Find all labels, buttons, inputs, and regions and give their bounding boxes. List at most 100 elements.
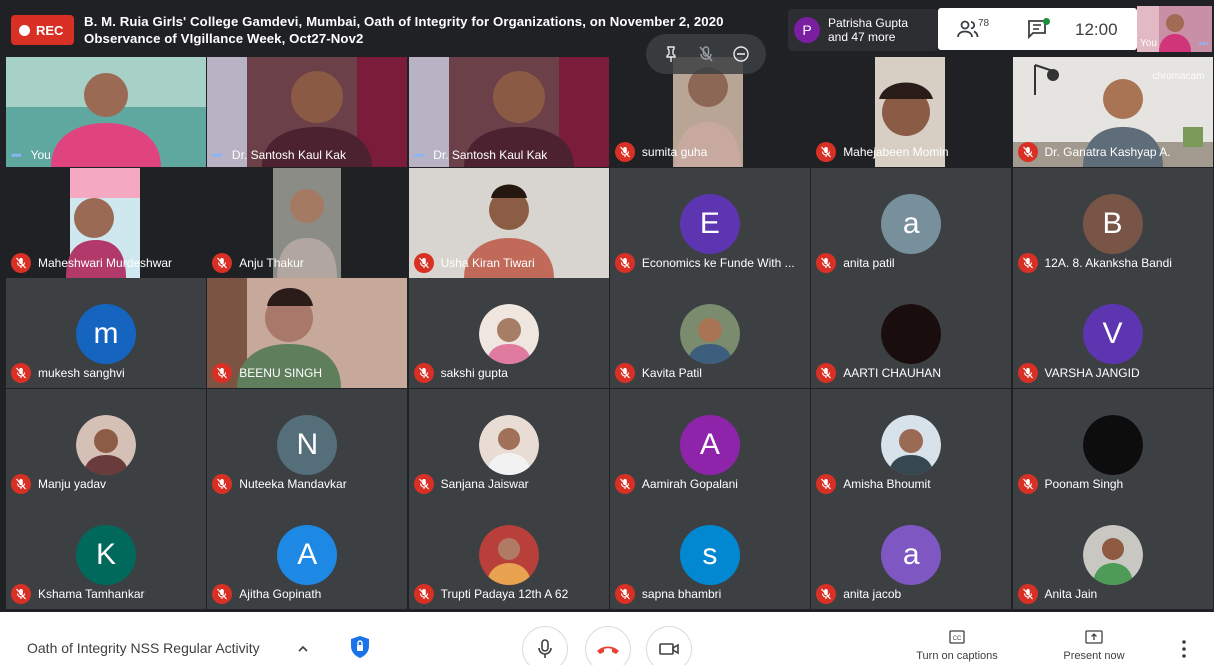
participant-avatar: V [1082,304,1143,365]
chevron-up-icon[interactable] [296,642,310,656]
audio-level-icon: ••• [413,148,425,162]
participant-photo [881,304,942,365]
self-more-options[interactable]: ••• [1198,39,1209,50]
participant-tile[interactable]: BEENU SINGH [207,278,408,389]
participant-nameplate: sapna bhambri [614,584,722,605]
participant-nameplate: Dr. Ganatra Kashyap A. [1017,142,1171,162]
participant-nameplate: BEENU SINGH [212,363,322,384]
captions-label: Turn on captions [916,650,998,662]
participant-tile[interactable]: Amisha Bhoumit [811,388,1012,499]
chat-notification-dot [1043,18,1050,25]
self-view-thumbnail[interactable]: You ••• [1137,6,1212,52]
participant-photo [76,414,136,475]
participant-avatar: K [76,525,136,586]
shield-icon[interactable] [348,634,372,660]
participant-tile[interactable]: Trupti Padaya 12th A 62 [408,499,609,610]
participant-name: Economics ke Funde With ... [641,255,795,270]
participant-tile[interactable]: K Kshama Tamhankar [6,499,206,610]
caption-line-2: Observance of VIgillance Week, Oct27-Nov… [84,31,364,46]
participant-name: sapna bhambri [641,587,722,602]
presenter-chip[interactable]: P Patrisha Gupta and 47 more [788,9,938,51]
participant-name: Sanjana Jaiswar [440,476,529,491]
participant-tile[interactable]: N Nuteeka Mandavkar [207,388,408,499]
end-call-icon [597,646,619,654]
presenter-avatar: P [794,17,820,43]
participant-tile[interactable]: ••• Dr. Santosh Kaul Kak [207,57,408,167]
mic-off-icon [1017,363,1038,384]
participant-tile[interactable]: V VARSHA JANGID [1012,278,1213,389]
participant-photo [478,414,539,475]
mic-off-icon [413,584,434,605]
participant-tile[interactable]: Sanjana Jaiswar [408,388,609,499]
leave-call-button[interactable] [585,626,631,665]
bottom-bar: Oath of Integrity NSS Regular Activity C… [0,612,1214,665]
present-now-button[interactable]: Present now [1055,630,1133,662]
participant-tile[interactable]: E Economics ke Funde With ... [609,167,810,278]
people-icon[interactable] [956,19,980,39]
participant-tile[interactable]: A Ajitha Gopinath [207,499,408,610]
participant-nameplate: mukesh sanghvi [11,363,125,384]
participant-name: Maheshwari Murdeshwar [38,255,173,270]
remove-participant-icon[interactable] [732,45,750,63]
participant-nameplate: Ajitha Gopinath [212,584,322,605]
mic-off-icon [413,252,434,273]
participant-tile[interactable]: Anju Thakur [207,167,408,278]
participant-tile[interactable]: Maheshwari Murdeshwar [6,167,206,278]
participant-tile[interactable]: B 12A. 8. Akanksha Bandi [1012,167,1213,278]
participant-nameplate: Kavita Patil [614,363,702,384]
mic-off-icon [11,473,31,494]
participant-tile[interactable]: sakshi gupta [408,278,609,389]
mic-off-icon [212,584,233,605]
participant-tile[interactable]: ••• You [6,57,206,167]
mic-off-icon [212,363,233,384]
mic-off-icon [11,252,31,273]
meeting-caption: B. M. Ruia Girls' College Gamdevi, Mumba… [84,13,724,47]
participant-avatar: m [76,304,136,365]
participant-name: mukesh sanghvi [38,366,125,381]
more-options-icon[interactable] [1177,638,1191,660]
participant-avatar: A [679,414,740,475]
participant-nameplate: VARSHA JANGID [1017,363,1140,384]
participant-tile[interactable]: ••• Dr. Santosh Kaul Kak [408,57,609,167]
meeting-details-title[interactable]: Oath of Integrity NSS Regular Activity [27,640,260,656]
participant-nameplate: Usha Kiran Tiwari [413,252,535,273]
participant-tile[interactable]: a anita jacob [811,499,1012,610]
video-watermark: chromacam [1152,71,1205,82]
participant-name: Amisha Bhoumit [843,476,931,491]
participant-tile[interactable]: s sapna bhambri [609,499,810,610]
mic-off-icon [1017,473,1038,494]
participant-nameplate: ••• Dr. Santosh Kaul Kak [212,148,346,162]
participant-tile[interactable]: A Aamirah Gopalani [609,388,810,499]
participant-tile[interactable]: Usha Kiran Tiwari [408,167,609,278]
participant-tile[interactable]: Kavita Patil [609,278,810,389]
mic-off-icon [816,584,837,605]
participant-name: sakshi gupta [440,366,508,381]
mic-off-icon [816,252,837,273]
recording-badge: REC [11,15,74,45]
participant-tile[interactable]: AARTI CHAUHAN [811,278,1012,389]
top-bar: REC B. M. Ruia Girls' College Gamdevi, M… [0,0,1214,56]
participant-tile[interactable]: m mukesh sanghvi [6,278,206,389]
participant-name: sumita guha [641,145,708,159]
participant-tile[interactable]: chromacam Dr. Ganatra Kashyap A. [1012,57,1213,167]
participant-name: 12A. 8. Akanksha Bandi [1044,255,1172,270]
participant-tile[interactable]: a anita patil [811,167,1012,278]
participant-nameplate: Anju Thakur [212,252,304,273]
participant-avatar: E [679,193,740,254]
participant-name: Kshama Tamhankar [38,587,145,602]
participant-tile[interactable]: Poonam Singh [1012,388,1213,499]
mute-participant-icon[interactable] [697,45,715,63]
participant-tile[interactable]: Mahejabeen Momin [811,57,1012,167]
captions-button[interactable]: CC Turn on captions [905,630,1009,662]
mic-off-icon [816,142,837,162]
participant-tile[interactable]: Manju yadav [6,388,206,499]
participant-name: Anita Jain [1044,587,1098,602]
participant-tile[interactable]: Anita Jain [1012,499,1213,610]
pin-icon[interactable] [662,45,680,63]
presenter-text: Patrisha Gupta and 47 more [828,16,908,44]
microphone-button[interactable] [522,626,568,665]
mic-off-icon [816,363,837,384]
participant-name: Ajitha Gopinath [239,587,322,602]
participant-nameplate: Manju yadav [11,473,106,494]
camera-button[interactable] [646,626,692,665]
